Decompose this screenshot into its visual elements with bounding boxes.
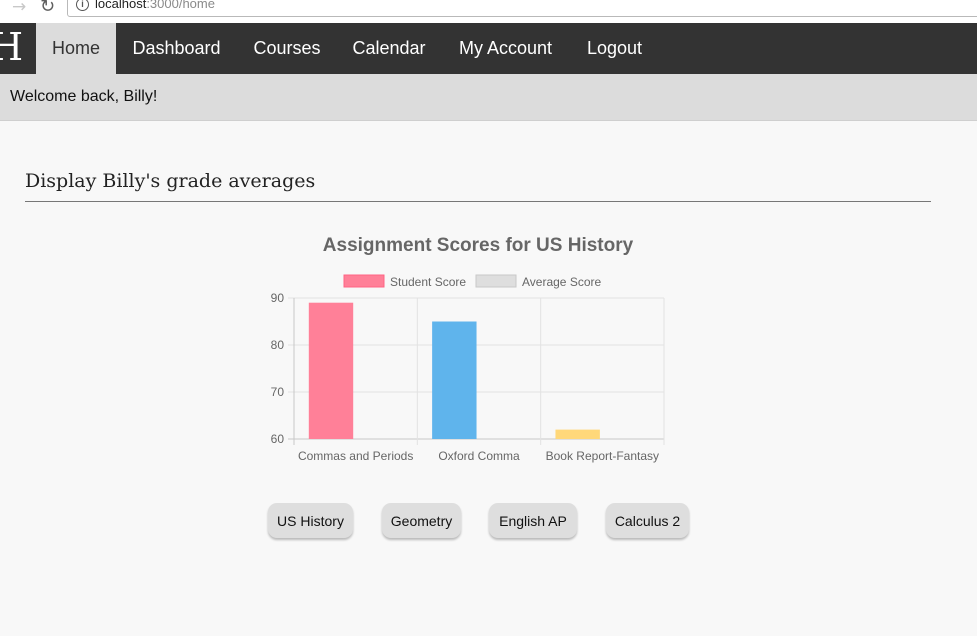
bar-student-score-0 bbox=[308, 302, 354, 439]
y-tick-label: 90 bbox=[271, 291, 285, 305]
course-button-us-history[interactable]: US History bbox=[268, 503, 353, 538]
bar-student-score-1 bbox=[432, 321, 477, 439]
legend-swatch-1 bbox=[475, 274, 517, 288]
course-button-english-ap[interactable]: English AP bbox=[489, 503, 577, 538]
chart-title: Assignment Scores for US History bbox=[323, 235, 634, 256]
scores-chart: Assignment Scores for US History Student … bbox=[271, 235, 665, 463]
x-tick-label: Book Report-Fantasy bbox=[546, 449, 659, 463]
legend-swatch-0 bbox=[343, 274, 385, 288]
course-button-geometry[interactable]: Geometry bbox=[382, 503, 461, 538]
course-button-calculus-2[interactable]: Calculus 2 bbox=[606, 503, 689, 538]
bar-student-score-2 bbox=[555, 429, 600, 439]
x-tick-label: Commas and Periods bbox=[298, 449, 413, 463]
y-tick-label: 80 bbox=[271, 338, 285, 352]
legend-label-1: Average Score bbox=[522, 275, 601, 289]
y-tick-label: 70 bbox=[271, 385, 285, 399]
legend-label-0: Student Score bbox=[390, 275, 466, 289]
y-tick-label: 60 bbox=[271, 432, 285, 446]
x-tick-label: Oxford Comma bbox=[438, 449, 520, 463]
